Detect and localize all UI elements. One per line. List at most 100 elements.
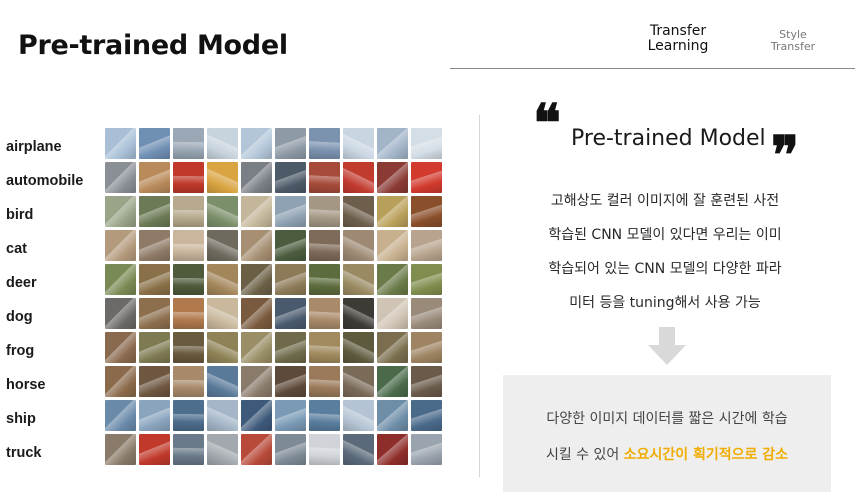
thumbnail-automobile [411,162,442,193]
thumbnail-ship [411,400,442,431]
result-line-prefix: 시킬 수 있어 [545,447,624,463]
thumbnail-deer [377,264,408,295]
result-box: 다양한 이미지 데이터를 짧은 시간에 학습 시킬 수 있어 소요시간이 획기적… [503,375,831,492]
class-label-dog: dog [6,309,33,325]
thumbnail-horse [343,366,374,397]
thumbnail-airplane [139,128,170,159]
class-label-airplane: airplane [6,139,62,155]
description-line: 고해상도 컬러 이미지에 잘 훈련된 사전 [550,193,780,209]
thumbnail-cat [105,230,136,261]
tab-style-transfer[interactable]: Style Transfer [761,29,825,52]
thumbnail-truck [377,434,408,465]
thumbnail-automobile [377,162,408,193]
thumbnail-horse [411,366,442,397]
thumbnail-ship [173,400,204,431]
thumbnail-automobile [309,162,340,193]
thumbnail-cat [275,230,306,261]
thumbnail-ship [241,400,272,431]
thumbnail-cat [377,230,408,261]
thumbnail-frog [343,332,374,363]
quote-open-icon: ❝ [533,93,561,154]
thumbnail-airplane [207,128,238,159]
thumbnail-truck [309,434,340,465]
thumbnail-bird [139,196,170,227]
thumbnail-ship [207,400,238,431]
thumbnail-truck [173,434,204,465]
thumbnail-bird [173,196,204,227]
tab-label-line: Transfer [649,23,707,39]
thumbnail-airplane [309,128,340,159]
thumbnail-airplane [343,128,374,159]
thumbnail-ship [309,400,340,431]
cifar10-sample-figure: airplane automobile bird cat deer dog frog hors… [6,126,446,468]
thumbnail-horse [241,366,272,397]
thumbnail-deer [275,264,306,295]
page-title: Pre-trained Model [18,30,288,61]
description-line: 학습되어 있는 CNN 모델의 다양한 파라 [548,261,782,277]
thumbnail-cat [343,230,374,261]
thumbnail-deer [411,264,442,295]
thumbnail-horse [105,366,136,397]
thumbnail-automobile [207,162,238,193]
result-line: 시킬 수 있어 소요시간이 획기적으로 감소 [503,437,831,473]
thumbnail-automobile [139,162,170,193]
thumbnail-grid [105,128,445,466]
thumbnail-horse [173,366,204,397]
section-tabs: Transfer Learning Style Transfer [450,22,855,69]
thumbnail-horse [207,366,238,397]
class-label-cat: cat [6,241,27,257]
thumbnail-dog [309,298,340,329]
thumbnail-deer [241,264,272,295]
thumbnail-deer [173,264,204,295]
thumbnail-bird [411,196,442,227]
quote-close-icon: ❞ [771,125,799,186]
thumbnail-dog [343,298,374,329]
thumbnail-frog [377,332,408,363]
thumbnail-frog [309,332,340,363]
thumbnail-dog [173,298,204,329]
thumbnail-automobile [173,162,204,193]
thumbnail-deer [309,264,340,295]
thumbnail-cat [173,230,204,261]
thumbnail-truck [207,434,238,465]
class-label-truck: truck [6,445,42,461]
arrow-down-icon [648,327,686,365]
thumbnail-automobile [275,162,306,193]
class-label-automobile: automobile [6,173,84,189]
thumbnail-cat [241,230,272,261]
thumbnail-frog [105,332,136,363]
tab-label-line: Style [779,28,807,41]
thumbnail-horse [275,366,306,397]
thumbnail-horse [309,366,340,397]
thumbnail-ship [139,400,170,431]
thumbnail-truck [411,434,442,465]
thumbnail-airplane [275,128,306,159]
thumbnail-horse [377,366,408,397]
thumbnail-dog [377,298,408,329]
thumbnail-bird [377,196,408,227]
description-line: 미터 등을 tuning해서 사용 가능 [569,295,761,311]
tab-label-line: Transfer [770,39,816,53]
tab-transfer-learning[interactable]: Transfer Learning [638,24,718,53]
thumbnail-frog [139,332,170,363]
thumbnail-cat [207,230,238,261]
class-label-ship: ship [6,411,36,427]
class-label-frog: frog [6,343,35,359]
thumbnail-automobile [343,162,374,193]
thumbnail-truck [105,434,136,465]
thumbnail-ship [343,400,374,431]
thumbnail-dog [275,298,306,329]
thumbnail-dog [411,298,442,329]
thumbnail-frog [411,332,442,363]
thumbnail-bird [207,196,238,227]
thumbnail-dog [207,298,238,329]
thumbnail-automobile [241,162,272,193]
thumbnail-horse [139,366,170,397]
thumbnail-automobile [105,162,136,193]
quote-title: Pre-trained Model [571,126,766,151]
thumbnail-airplane [411,128,442,159]
thumbnail-cat [309,230,340,261]
thumbnail-dog [105,298,136,329]
column-divider [479,115,480,477]
result-text: 다양한 이미지 데이터를 짧은 시간에 학습 시킬 수 있어 소요시간이 획기적… [503,401,831,473]
